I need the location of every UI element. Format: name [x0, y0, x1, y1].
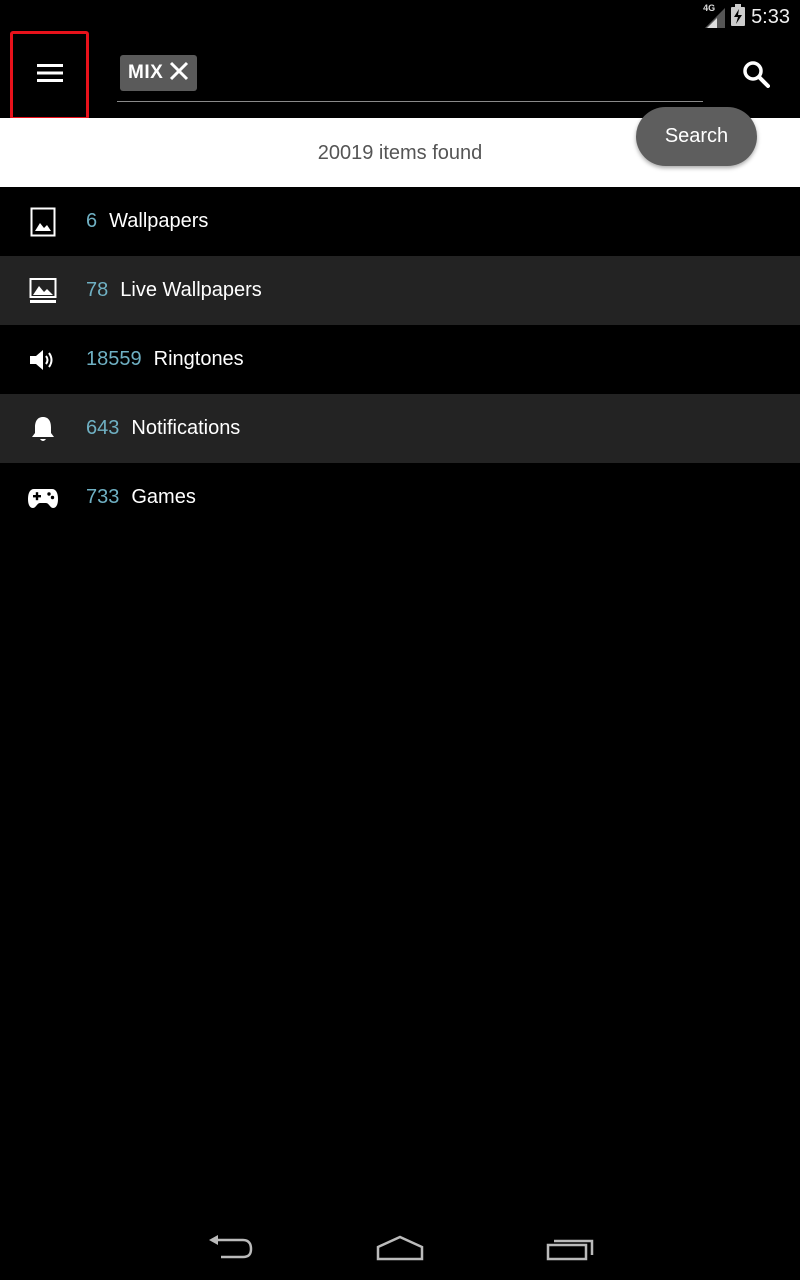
filter-chip[interactable]: MIX — [120, 55, 198, 91]
home-button[interactable] — [370, 1230, 430, 1270]
search-icon — [742, 60, 770, 93]
bell-icon — [26, 412, 60, 446]
top-bar: MIX — [0, 31, 800, 120]
category-label: Ringtones — [153, 348, 244, 370]
category-label: Notifications — [131, 417, 241, 439]
search-button[interactable]: Search — [636, 107, 757, 166]
category-row-notifications[interactable]: 643 Notifications — [0, 394, 800, 463]
image-icon — [26, 205, 60, 239]
category-row-live-wallpapers[interactable]: 78 Live Wallpapers — [0, 256, 800, 325]
category-row-games[interactable]: 733 Games — [0, 463, 800, 532]
results-count-text: 20019 items found — [317, 142, 483, 164]
search-icon-button[interactable] — [736, 56, 776, 96]
recent-apps-button[interactable] — [540, 1230, 600, 1270]
category-label: Live Wallpapers — [120, 279, 262, 301]
category-list: 6 Wallpapers 78 Live Wallpapers 18559 Ri… — [0, 187, 800, 532]
hamburger-menu-icon — [36, 63, 63, 88]
category-count: 18559 — [86, 348, 142, 370]
navigation-bar — [0, 1220, 800, 1280]
category-count: 78 — [86, 279, 109, 301]
recent-apps-icon — [546, 1235, 594, 1266]
category-row-wallpapers[interactable]: 6 Wallpapers — [0, 187, 800, 256]
close-icon[interactable] — [169, 61, 189, 86]
back-icon — [207, 1234, 253, 1266]
speaker-icon — [26, 343, 60, 377]
category-count: 733 — [86, 486, 120, 508]
category-label: Games — [131, 486, 196, 508]
home-icon — [375, 1235, 425, 1266]
category-label: Wallpapers — [109, 210, 209, 232]
menu-button[interactable] — [10, 31, 89, 120]
live-wallpaper-icon — [26, 274, 60, 308]
clock: 5:33 — [751, 5, 790, 28]
chip-label: MIX — [128, 62, 164, 83]
search-field[interactable]: MIX — [117, 34, 703, 102]
network-label: 4G — [703, 3, 716, 13]
signal-icon: 4G — [703, 3, 726, 28]
battery-icon — [731, 3, 746, 31]
category-count: 643 — [86, 417, 120, 439]
status-bar: 4G 5:33 — [0, 0, 800, 34]
screen: 4G 5:33 MIX 20019 items found Search 6 W… — [0, 0, 800, 1280]
gamepad-icon — [26, 481, 60, 515]
category-row-ringtones[interactable]: 18559 Ringtones — [0, 325, 800, 394]
back-button[interactable] — [200, 1230, 260, 1270]
category-count: 6 — [86, 210, 98, 232]
